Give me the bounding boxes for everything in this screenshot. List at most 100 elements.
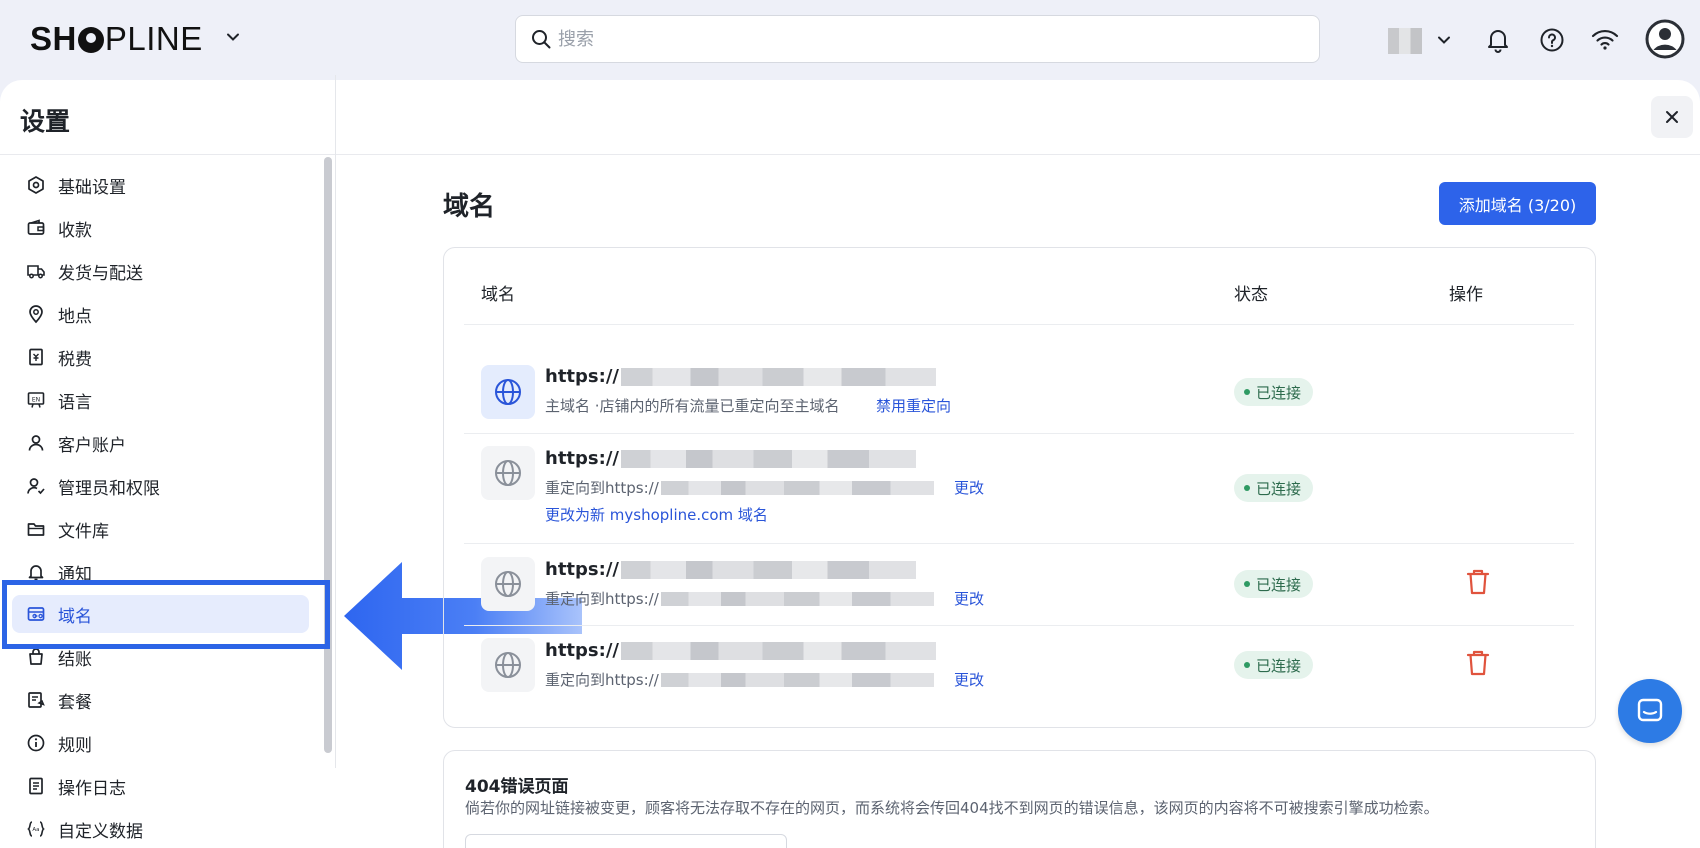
wallet-icon (27, 219, 45, 235)
shopline-logo[interactable]: SH PLINE (30, 20, 203, 58)
search-icon (532, 30, 551, 49)
user-icon (28, 435, 44, 451)
domain-url-text: https:// (545, 559, 619, 580)
table-header-divider (464, 324, 1574, 325)
disable-redirect-link[interactable]: 禁用重定向 (876, 395, 951, 416)
sidebar-item-custom-data[interactable]: Aa 自定义数据 (12, 810, 309, 848)
globe-icon (481, 365, 535, 419)
chevron-down-icon[interactable] (226, 30, 240, 44)
info-icon (27, 734, 45, 752)
language-icon: EN (27, 392, 45, 408)
sidebar-scrollbar[interactable] (324, 157, 332, 753)
row-divider (464, 543, 1574, 544)
store-switcher-chevron-icon[interactable] (1424, 20, 1464, 60)
change-redirect-link[interactable]: 更改 (954, 477, 984, 498)
domain-url: https:// (545, 559, 916, 580)
domain-url-text: https:// (545, 366, 619, 387)
sidebar-item-basic-settings[interactable]: 基础设置 (12, 166, 309, 204)
svg-text:Aa: Aa (32, 827, 39, 833)
domain-url-text: https:// (545, 640, 619, 661)
error-page-description: 倘若你的网址链接被变更，顾客将无法存取不存在的网页，而系统将会传回404找不到网… (465, 799, 1439, 817)
help-icon[interactable] (1532, 20, 1572, 60)
domain-url: https:// (545, 640, 936, 661)
wifi-icon[interactable] (1585, 20, 1625, 60)
sidebar-item-label: 套餐 (58, 692, 92, 713)
redirect-note: 重定向到https:// (545, 588, 934, 609)
trash-icon[interactable] (1465, 649, 1491, 677)
sidebar-item-label: 客户账户 (58, 435, 126, 456)
status-badge: 已连接 (1234, 570, 1314, 598)
receipt-icon (29, 348, 43, 366)
sidebar-item-language[interactable]: EN 语言 (12, 381, 309, 419)
globe-icon (481, 557, 535, 611)
status-text: 已连接 (1256, 479, 1302, 498)
redacted-domain (620, 560, 916, 579)
sidebar-item-label: 收款 (58, 220, 92, 241)
account-avatar-icon[interactable] (1644, 18, 1686, 60)
close-button[interactable] (1651, 96, 1693, 138)
redirect-note-text: 重定向到https:// (545, 590, 659, 608)
sidebar-item-customer-accounts[interactable]: 客户账户 (12, 424, 309, 462)
custom-data-icon: Aa (27, 821, 45, 837)
change-redirect-link[interactable]: 更改 (954, 588, 984, 609)
hexagon-settings-icon (28, 176, 44, 194)
status-text: 已连接 (1256, 575, 1302, 594)
redirect-note-text: 重定向到https:// (545, 479, 659, 497)
sidebar-item-payments[interactable]: 收款 (12, 209, 309, 247)
status-badge: 已连接 (1234, 651, 1314, 679)
redacted-domain (660, 480, 934, 495)
status-dot (1244, 485, 1250, 491)
domain-url-text: https:// (545, 448, 619, 469)
add-domain-button[interactable]: 添加域名 (3/20) (1439, 182, 1596, 225)
sidebar-item-label: 操作日志 (58, 778, 126, 799)
change-to-myshopline-link[interactable]: 更改为新 myshopline.com 域名 (545, 504, 768, 525)
sidebar-item-label: 地点 (58, 306, 92, 327)
change-redirect-link[interactable]: 更改 (954, 669, 984, 690)
status-text: 已连接 (1256, 656, 1302, 675)
chat-support-button[interactable] (1618, 679, 1682, 743)
chat-icon (1637, 698, 1663, 722)
status-text: 已连接 (1256, 383, 1302, 402)
logo-text-bold: SH (30, 20, 77, 57)
sidebar-item-admins-permissions[interactable]: 管理员和权限 (12, 467, 309, 505)
folder-icon (27, 523, 45, 536)
sidebar-item-taxes[interactable]: 税费 (12, 338, 309, 376)
sidebar-item-label: 规则 (58, 735, 92, 756)
redacted-domain (620, 449, 916, 468)
sidebar-item-label: 基础设置 (58, 177, 126, 198)
redacted-domain (620, 641, 936, 660)
sidebar-item-label: 语言 (58, 392, 92, 413)
svg-text:EN: EN (32, 397, 40, 404)
redirect-note: 重定向到https:// (545, 477, 934, 498)
sidebar-item-files[interactable]: 文件库 (12, 510, 309, 548)
bell-icon (28, 565, 44, 581)
error-page-select[interactable] (465, 834, 787, 848)
bell-icon[interactable] (1478, 20, 1518, 60)
status-dot (1244, 389, 1250, 395)
user-permission-icon (27, 478, 45, 495)
trash-icon[interactable] (1465, 568, 1491, 596)
sidebar-item-locations[interactable]: 地点 (12, 295, 309, 333)
sidebar-item-shipping[interactable]: 发货与配送 (12, 252, 309, 290)
redacted-domain (660, 591, 934, 606)
search-input[interactable] (558, 28, 1298, 50)
close-icon (1666, 111, 1678, 123)
status-badge: 已连接 (1234, 378, 1314, 406)
search-bar[interactable] (515, 15, 1320, 63)
sidebar-item-activity-log[interactable]: 操作日志 (12, 767, 309, 805)
sidebar-item-label: 发货与配送 (58, 263, 143, 284)
sidebar-item-rules[interactable]: 规则 (12, 724, 309, 762)
plan-icon (28, 692, 45, 708)
row-divider (464, 433, 1574, 434)
store-avatar[interactable] (1388, 28, 1422, 54)
column-header-status: 状态 (1234, 285, 1268, 305)
section-title: 域名 (443, 192, 496, 222)
redacted-domain (660, 672, 934, 687)
log-icon (29, 777, 43, 795)
column-header-actions: 操作 (1449, 285, 1483, 305)
column-header-domain: 域名 (481, 285, 515, 305)
status-dot (1244, 662, 1250, 668)
sidebar-item-label: 管理员和权限 (58, 478, 160, 499)
sidebar-item-plans[interactable]: 套餐 (12, 681, 309, 719)
row-divider (464, 625, 1574, 626)
